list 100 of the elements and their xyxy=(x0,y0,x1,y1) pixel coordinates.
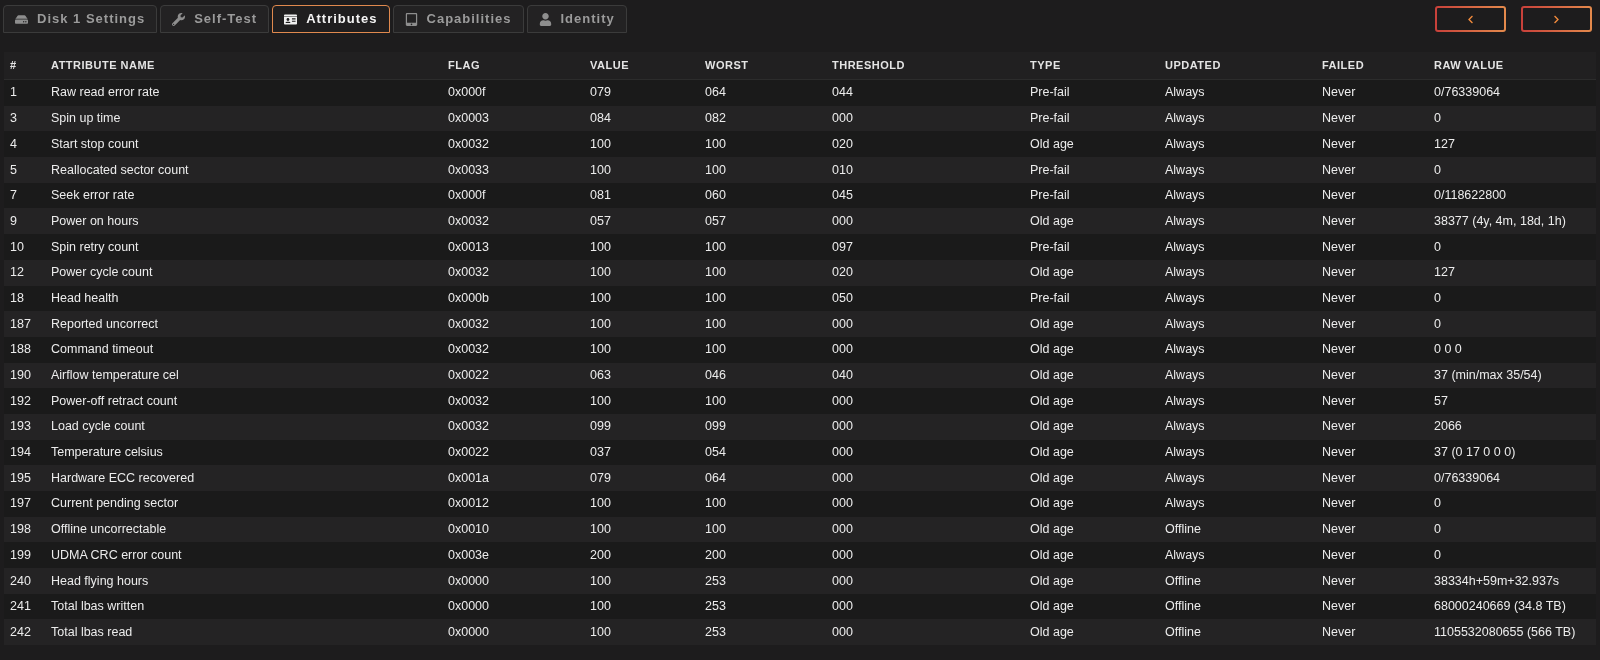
table-cell-text: 0x0010 xyxy=(448,521,490,539)
column-header: VALUE xyxy=(590,58,630,74)
table-cell-text: 045 xyxy=(832,187,854,205)
table-cell-text: Always xyxy=(1165,392,1206,410)
table-cell-text: 199 xyxy=(10,546,32,564)
table-cell-text: 000 xyxy=(832,572,854,590)
table-cell-text: Spin retry count xyxy=(51,238,140,256)
chevron-left-icon xyxy=(1466,14,1475,24)
table-cell-text: Old age xyxy=(1030,546,1075,564)
table-cell-text: 37 (0 17 0 0 0) xyxy=(1434,444,1517,462)
table-cell-text: Offline xyxy=(1165,572,1202,590)
table-cell-text: Never xyxy=(1322,521,1357,539)
table-cell-text: 020 xyxy=(832,264,854,282)
table-cell-text: 054 xyxy=(705,444,727,462)
table-cell-text: Old age xyxy=(1030,264,1075,282)
table-cell-text: 084 xyxy=(590,110,612,128)
table-cell-text: 060 xyxy=(705,187,727,205)
table-cell-text: Always xyxy=(1165,315,1206,333)
table-cell-text: 000 xyxy=(832,418,854,436)
column-header: ATTRIBUTE NAME xyxy=(51,58,156,74)
chevron-right-icon xyxy=(1552,14,1561,24)
table-cell-text: Never xyxy=(1322,135,1357,153)
table-cell-text: Never xyxy=(1322,418,1357,436)
table-cell-text: 0x0000 xyxy=(448,598,490,616)
table-cell-text: 12 xyxy=(10,264,25,282)
table-cell-text: 1 xyxy=(10,84,18,102)
table-cell-text: 100 xyxy=(590,623,612,641)
table-cell-text: 242 xyxy=(10,623,32,641)
table-cell-text: Never xyxy=(1322,623,1357,641)
tab[interactable]: Self-Test xyxy=(160,5,270,33)
table-cell-text: 0x003e xyxy=(448,546,490,564)
table-cell-text: Never xyxy=(1322,264,1357,282)
table-cell-text: Old age xyxy=(1030,212,1075,230)
table-cell-text: 000 xyxy=(832,341,854,359)
next-button[interactable] xyxy=(1521,6,1592,32)
table-cell-text: Start stop count xyxy=(51,135,140,153)
table-cell-text: 000 xyxy=(832,315,854,333)
tab[interactable]: Identity xyxy=(526,5,627,33)
table-cell-text: 127 xyxy=(1434,264,1456,282)
tab[interactable]: Capabilities xyxy=(392,5,524,33)
table-cell-text: Old age xyxy=(1030,521,1075,539)
table-cell-text: Never xyxy=(1322,212,1357,230)
table-cell-text: 100 xyxy=(590,135,612,153)
table-cell-text: 100 xyxy=(705,521,727,539)
table-cell-text: Never xyxy=(1322,598,1357,616)
table-cell-text: Never xyxy=(1322,341,1357,359)
table-cell-text: Load cycle count xyxy=(51,418,146,436)
table-cell-text: Reallocated sector count xyxy=(51,161,190,179)
table-cell-text: 0 xyxy=(1434,289,1442,307)
table-cell-text: 000 xyxy=(832,623,854,641)
table-cell-text: Always xyxy=(1165,135,1206,153)
table-cell-text: 190 xyxy=(10,367,32,385)
table-cell-text: 253 xyxy=(705,623,727,641)
table-cell-text: 2066 xyxy=(1434,418,1463,436)
table-cell-text: 100 xyxy=(590,598,612,616)
table-cell-text: 082 xyxy=(705,110,727,128)
table-cell-text: 253 xyxy=(705,572,727,590)
table-cell-text: 100 xyxy=(590,495,612,513)
table-cell-text: 0x0032 xyxy=(448,135,490,153)
column-header: THRESHOLD xyxy=(832,58,906,74)
column-header: RAW VALUE xyxy=(1434,58,1505,74)
tab[interactable]: Attributes xyxy=(272,5,390,33)
table-cell-text: Raw read error rate xyxy=(51,84,161,102)
tab[interactable]: Disk 1 Settings xyxy=(3,5,158,33)
table-cell-text: 5 xyxy=(10,161,18,179)
previous-button[interactable] xyxy=(1435,6,1506,32)
table-cell-text: Offline xyxy=(1165,623,1202,641)
table-cell-text: 187 xyxy=(10,315,32,333)
table-cell-text: 0/76339064 xyxy=(1434,469,1502,487)
table-cell-text: 0x0032 xyxy=(448,264,490,282)
table-cell-text: 037 xyxy=(590,444,612,462)
table-cell-text: Head flying hours xyxy=(51,572,150,590)
table-cell-text: Old age xyxy=(1030,444,1075,462)
table-cell-text: 241 xyxy=(10,598,32,616)
table-cell-text: 100 xyxy=(705,161,727,179)
table-cell-text: Total lbas read xyxy=(51,623,134,641)
table-cell-text: Current pending sector xyxy=(51,495,180,513)
table-cell-text: Always xyxy=(1165,264,1206,282)
table-cell-text: 1105532080655 (566 TB) xyxy=(1434,623,1577,641)
table-cell-text: Command timeout xyxy=(51,341,155,359)
table-cell-text: 100 xyxy=(705,135,727,153)
table-cell-text: 0 xyxy=(1434,161,1442,179)
table-cell-text: Seek error rate xyxy=(51,187,136,205)
table-cell-text: 0 xyxy=(1434,315,1442,333)
table-cell-text: Never xyxy=(1322,289,1357,307)
table-cell-text: 064 xyxy=(705,84,727,102)
table-cell-text: Never xyxy=(1322,469,1357,487)
table-cell-text: 100 xyxy=(590,572,612,590)
table-cell-text: 0x0032 xyxy=(448,341,490,359)
table-cell-text: 0x0012 xyxy=(448,495,490,513)
table-cell-text: 193 xyxy=(10,418,32,436)
table-cell-text: 0x0033 xyxy=(448,161,490,179)
table-cell-text: 0 xyxy=(1434,521,1442,539)
table-cell-text: 197 xyxy=(10,495,32,513)
table-cell-text: 100 xyxy=(705,238,727,256)
table-cell-text: 100 xyxy=(590,341,612,359)
table-cell-text: Never xyxy=(1322,84,1357,102)
table-cell-text: 198 xyxy=(10,521,32,539)
table-cell-text: 0 xyxy=(1434,110,1442,128)
table-cell-text: Power on hours xyxy=(51,212,140,230)
